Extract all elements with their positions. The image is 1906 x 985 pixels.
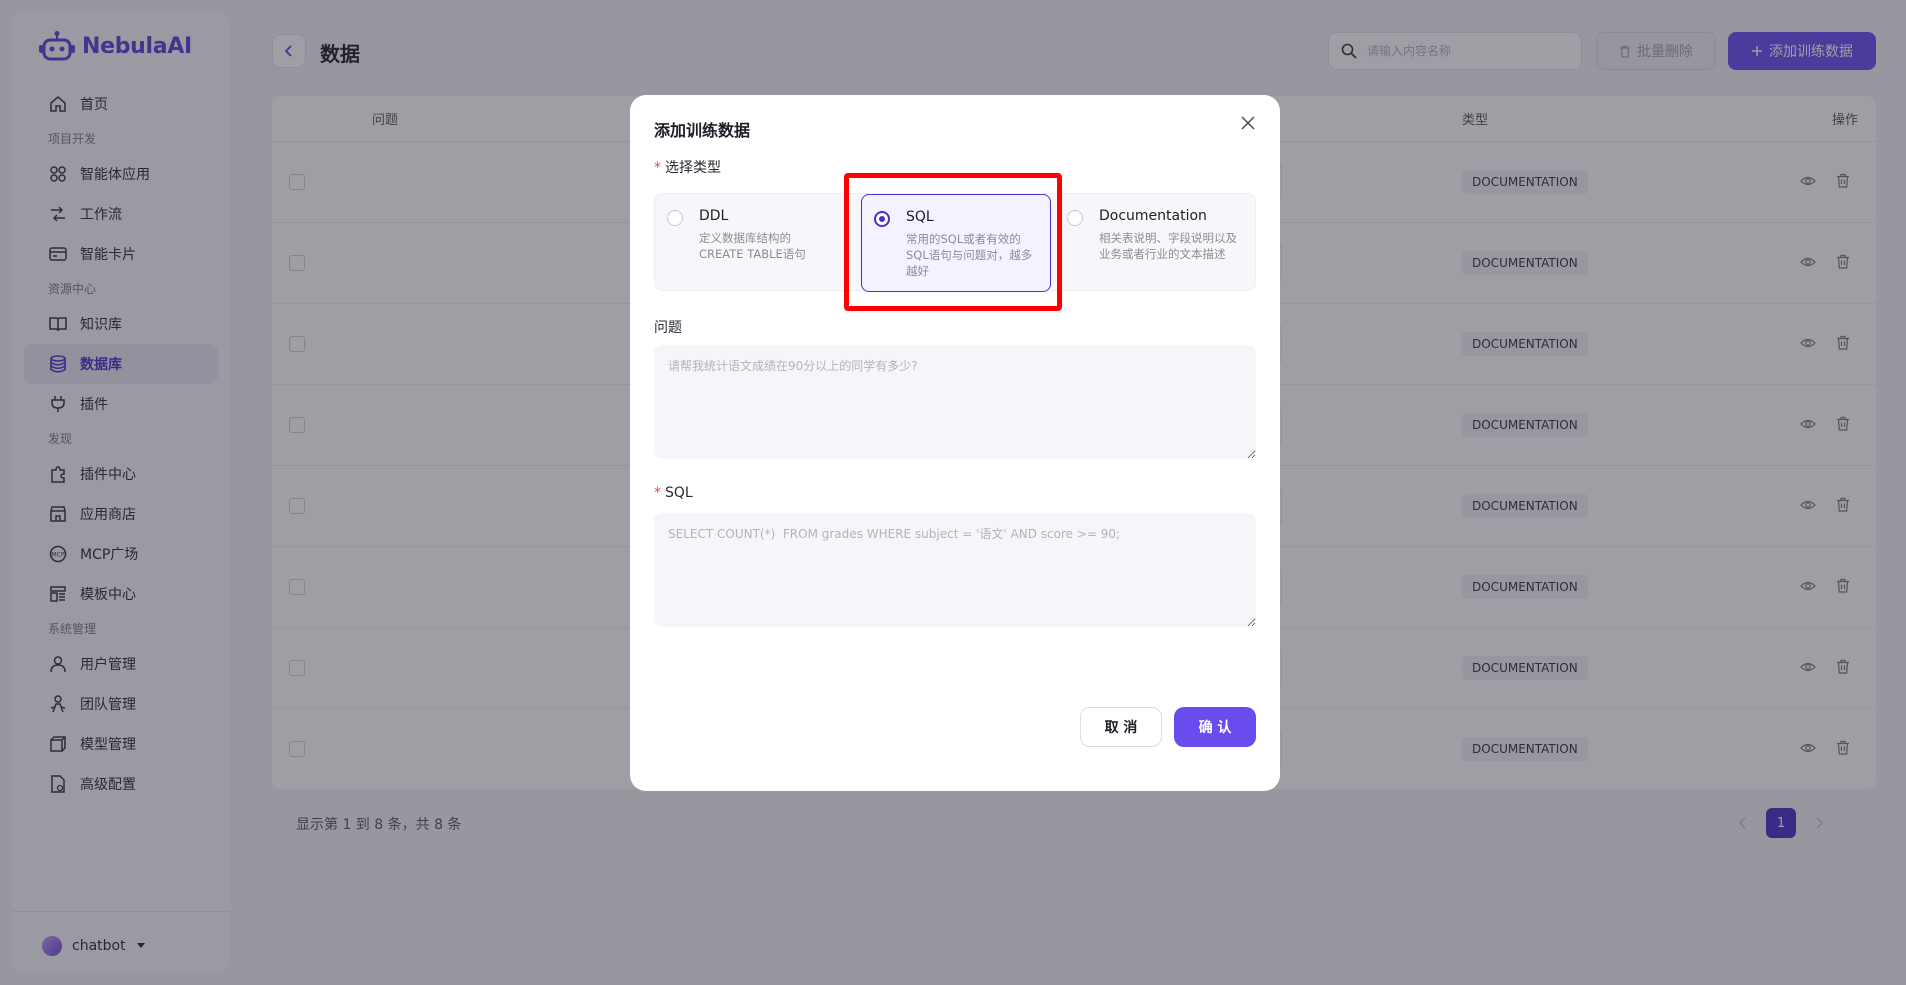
type-option-desc: 常用的SQL或者有效的SQL语句与问题对，越多越好 xyxy=(906,232,1033,278)
sql-label-text: SQL xyxy=(665,485,693,501)
type-option-desc: 相关表说明、字段说明以及业务或者行业的文本描述 xyxy=(1099,231,1237,261)
type-option-title: Documentation xyxy=(1099,208,1207,224)
confirm-button[interactable]: 确 认 xyxy=(1174,707,1256,747)
type-option-sql[interactable]: SQL 常用的SQL或者有效的SQL语句与问题对，越多越好 xyxy=(861,194,1051,292)
radio-ddl[interactable] xyxy=(667,210,683,226)
add-training-data-dialog: 添加训练数据 * 选择类型 DDL 定义数据库结构的CREATE TABLE语句 … xyxy=(630,95,1280,791)
question-label: 问题 xyxy=(654,320,682,336)
dialog-title: 添加训练数据 xyxy=(654,121,751,140)
type-option-title: DDL xyxy=(699,208,729,224)
question-input[interactable] xyxy=(654,345,1256,459)
radio-documentation[interactable] xyxy=(1067,210,1083,226)
type-option-title: SQL xyxy=(906,209,934,225)
type-option-ddl[interactable]: DDL 定义数据库结构的CREATE TABLE语句 xyxy=(655,194,855,292)
required-mark: * xyxy=(654,485,661,501)
type-radio-group: DDL 定义数据库结构的CREATE TABLE语句 SQL 常用的SQL或者有… xyxy=(654,193,1256,292)
type-option-desc: 定义数据库结构的CREATE TABLE语句 xyxy=(699,231,806,261)
type-label-text: 选择类型 xyxy=(665,160,721,176)
sql-input[interactable] xyxy=(654,513,1256,627)
close-button[interactable] xyxy=(1240,115,1256,131)
close-icon xyxy=(1240,115,1256,131)
type-label: * 选择类型 xyxy=(654,157,721,177)
required-mark: * xyxy=(654,160,661,176)
cancel-button[interactable]: 取 消 xyxy=(1080,707,1162,747)
sql-label: * SQL xyxy=(654,485,693,501)
radio-sql[interactable] xyxy=(874,211,890,227)
type-option-documentation[interactable]: Documentation 相关表说明、字段说明以及业务或者行业的文本描述 xyxy=(1055,194,1255,292)
